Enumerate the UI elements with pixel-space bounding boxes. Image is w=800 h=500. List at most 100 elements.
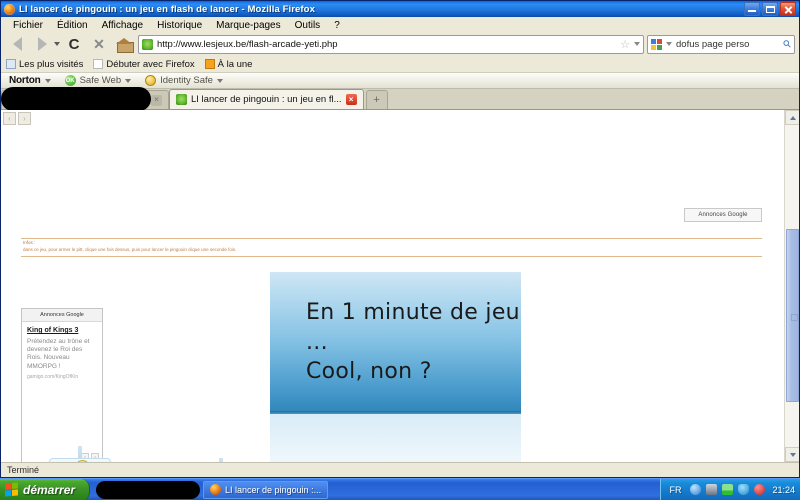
chevron-down-icon[interactable] bbox=[44, 78, 51, 83]
reload-button[interactable]: C bbox=[63, 34, 85, 54]
page-favicon-icon bbox=[142, 38, 153, 50]
flash-game-stage[interactable]: En 1 minute de jeu ... Cool, non ? bbox=[270, 272, 521, 462]
start-button[interactable]: démarrer bbox=[0, 478, 91, 500]
norton-item-label: Safe Web bbox=[79, 75, 122, 86]
menu-item-marque-pages[interactable]: Marque-pages bbox=[209, 19, 287, 32]
score-sign-current: 320.5 OK bbox=[49, 446, 111, 462]
tab-strip: × LI lancer de pingouin : un jeu en fl..… bbox=[1, 87, 799, 111]
stop-button[interactable]: ✕ bbox=[88, 34, 110, 54]
bookmark-label: Les plus visités bbox=[19, 58, 84, 70]
close-button[interactable] bbox=[780, 2, 796, 16]
ad-title-link[interactable]: King of Kings 3 bbox=[27, 327, 98, 335]
firefox-icon bbox=[210, 484, 222, 495]
bookmark-label: Débuter avec Firefox bbox=[106, 58, 195, 70]
vertical-scrollbar[interactable] bbox=[784, 110, 799, 462]
url-text: http://www.lesjeux.be/flash-arcade-yeti.… bbox=[157, 38, 338, 50]
tab-lancer-de-pingouin[interactable]: LI lancer de pingouin : un jeu en fl... … bbox=[169, 89, 364, 109]
scrollbar-thumb[interactable] bbox=[786, 229, 799, 402]
ad-description: Prétendez au trône et devenez le Roi des… bbox=[27, 337, 90, 370]
tab-close-icon[interactable]: × bbox=[151, 94, 162, 106]
bookmark-debuter-avec-firefox[interactable]: Débuter avec Firefox bbox=[93, 58, 195, 70]
back-button[interactable] bbox=[6, 34, 28, 54]
google-ad-sidebar: Annonces Google King of Kings 3 Prétende… bbox=[21, 308, 103, 462]
norton-item-label: Identity Safe bbox=[160, 75, 213, 86]
norton-brand[interactable]: Norton bbox=[9, 75, 51, 86]
game-snow-field bbox=[270, 414, 521, 462]
ok-button[interactable]: OK bbox=[75, 460, 91, 462]
menu-item-help[interactable]: ? bbox=[327, 19, 347, 32]
window-title: LI lancer de pingouin : un jeu en flash … bbox=[19, 3, 315, 15]
menu-item-historique[interactable]: Historique bbox=[150, 19, 209, 32]
bookmark-label: À la une bbox=[217, 58, 253, 70]
tab-label: LI lancer de pingouin : un jeu en fl... bbox=[191, 94, 342, 105]
google-ads-top-banner[interactable]: Annonces Google bbox=[684, 208, 762, 222]
window-controls bbox=[744, 2, 798, 16]
page-content: ‹ › Annonces Google Infos : dans ce jeu,… bbox=[1, 110, 784, 462]
maximize-button[interactable] bbox=[762, 2, 778, 16]
home-icon bbox=[115, 37, 134, 53]
taskbar-item-redacted[interactable] bbox=[96, 480, 201, 499]
chevron-down-icon[interactable] bbox=[666, 42, 672, 46]
norton-identity-safe[interactable]: Identity Safe bbox=[145, 75, 223, 86]
home-button[interactable] bbox=[113, 34, 135, 54]
page-viewport: ‹ › Annonces Google Infos : dans ce jeu,… bbox=[1, 110, 799, 462]
scroll-down-button[interactable] bbox=[785, 447, 799, 462]
minimize-button[interactable] bbox=[744, 2, 760, 16]
forward-button[interactable] bbox=[31, 34, 53, 54]
tab-favicon-icon bbox=[176, 94, 187, 105]
system-tray: FR 21:24 bbox=[660, 478, 800, 500]
network-icon[interactable] bbox=[706, 484, 718, 495]
game-headline-line2: Cool, non ? bbox=[306, 359, 432, 385]
menu-item-outils[interactable]: Outils bbox=[288, 19, 328, 32]
search-bar[interactable]: dofus page perso ⚲ bbox=[647, 34, 795, 54]
page-icon bbox=[93, 59, 104, 69]
instructions-title: Infos : bbox=[23, 240, 36, 245]
page-next-button[interactable]: › bbox=[18, 112, 31, 125]
chevron-down-icon[interactable] bbox=[634, 42, 640, 46]
score-sign-marker: 300 bbox=[201, 458, 241, 462]
search-input[interactable]: dofus page perso bbox=[676, 39, 780, 50]
clock[interactable]: 21:24 bbox=[772, 485, 795, 495]
bookmark-star-icon[interactable]: ☆ bbox=[620, 38, 630, 51]
game-headline-line1: En 1 minute de jeu ... bbox=[306, 300, 520, 355]
menu-item-edition[interactable]: Édition bbox=[50, 19, 95, 32]
menu-bar: Fichier Édition Affichage Historique Mar… bbox=[1, 17, 799, 33]
norton-safe-web[interactable]: OK Safe Web bbox=[64, 75, 132, 86]
redaction-overlay bbox=[1, 87, 151, 111]
bookmarks-toolbar: Les plus visités Débuter avec Firefox À … bbox=[1, 56, 799, 72]
google-icon[interactable] bbox=[651, 38, 662, 50]
ad-body: King of Kings 3 Prétendez au trône et de… bbox=[22, 322, 102, 380]
chevron-down-icon[interactable] bbox=[54, 42, 60, 46]
screen: LI lancer de pingouin : un jeu en flash … bbox=[0, 0, 800, 500]
taskbar-item-firefox[interactable]: LI lancer de pingouin :... bbox=[203, 480, 329, 499]
firefox-icon bbox=[4, 3, 15, 15]
window-titlebar: LI lancer de pingouin : un jeu en flash … bbox=[1, 1, 799, 17]
signal-icon[interactable] bbox=[722, 484, 734, 495]
firefox-window: LI lancer de pingouin : un jeu en flash … bbox=[0, 0, 800, 478]
volume-icon[interactable] bbox=[738, 484, 750, 495]
menu-item-fichier[interactable]: Fichier bbox=[6, 19, 50, 32]
tab-close-icon[interactable]: × bbox=[345, 94, 357, 105]
game-headline: En 1 minute de jeu ... Cool, non ? bbox=[306, 298, 521, 387]
history-icon bbox=[6, 59, 16, 69]
chevron-down-icon[interactable] bbox=[125, 78, 132, 83]
new-tab-button[interactable]: + bbox=[365, 90, 388, 109]
instructions-text: dans ce jeu, pour armer le pitt, clique … bbox=[23, 246, 237, 252]
feed-icon bbox=[204, 59, 215, 69]
sync-icon[interactable] bbox=[690, 484, 702, 495]
scroll-up-button[interactable] bbox=[785, 110, 799, 125]
menu-item-affichage[interactable]: Affichage bbox=[95, 19, 151, 32]
tab-redacted[interactable]: × bbox=[1, 87, 169, 111]
search-icon[interactable]: ⚲ bbox=[781, 38, 794, 51]
chevron-down-icon[interactable] bbox=[216, 78, 223, 83]
status-text: Terminé bbox=[7, 465, 40, 475]
bookmark-a-la-une[interactable]: À la une bbox=[204, 58, 253, 70]
ad-url[interactable]: gamigo.com/KingOfKin bbox=[27, 374, 98, 380]
page-prev-button[interactable]: ‹ bbox=[3, 112, 16, 125]
address-bar[interactable]: http://www.lesjeux.be/flash-arcade-yeti.… bbox=[138, 34, 644, 54]
language-indicator[interactable]: FR bbox=[669, 485, 681, 495]
bookmark-les-plus-visites[interactable]: Les plus visités bbox=[6, 59, 83, 70]
security-icon[interactable] bbox=[754, 484, 766, 495]
taskbar-item-label: LI lancer de pingouin :... bbox=[225, 484, 322, 495]
status-bar: Terminé bbox=[1, 462, 799, 477]
